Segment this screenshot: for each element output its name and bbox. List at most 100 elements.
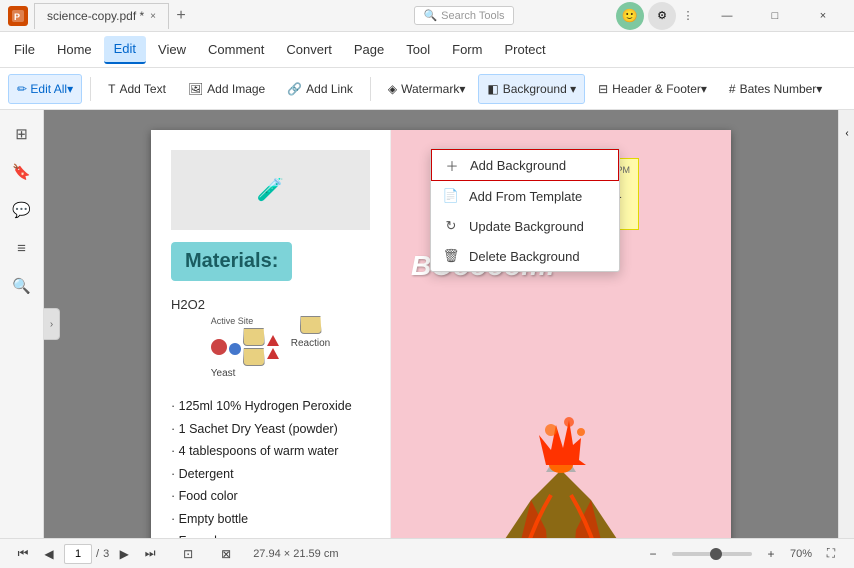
lava-blob-2 (564, 417, 574, 427)
bates-number-label: Bates Number▾ (740, 82, 823, 96)
search-tools-input[interactable]: 🔍 Search Tools (414, 6, 513, 25)
menu-view[interactable]: View (148, 36, 196, 64)
minimize-btn[interactable]: — (704, 0, 750, 32)
menu-convert[interactable]: Convert (276, 36, 342, 64)
sidebar-toggle-btn[interactable]: › (44, 308, 60, 340)
blue-bubble-1 (229, 343, 241, 355)
diagram-content: Active Site (211, 316, 330, 379)
title-bar: P science-copy.pdf * × + 🔍 Search Tools … (0, 0, 854, 32)
page-separator: / (96, 548, 99, 560)
menu-home[interactable]: Home (47, 36, 102, 64)
main-area: ⊞ 🔖 💬 ≡ 🔍 › 🧪 Materials: (0, 110, 854, 538)
top-image: 🧪 (171, 150, 370, 230)
pdf-materials-section: 🧪 Materials: H2O2 Active Site (151, 130, 391, 538)
background-btn[interactable]: ◧ Background ▾ (478, 74, 585, 104)
reaction-label: Reaction (291, 338, 330, 349)
new-tab-btn[interactable]: + (169, 4, 193, 28)
menu-tool[interactable]: Tool (396, 36, 440, 64)
tab-bar: science-copy.pdf * × + (34, 3, 193, 29)
add-text-btn[interactable]: T Add Text (99, 74, 175, 104)
menu-protect[interactable]: Protect (494, 36, 555, 64)
delete-background-label: Delete Background (469, 249, 580, 264)
nav-controls: ⏮ ◀ / 3 ▶ ⏭ (12, 543, 161, 565)
reaction-side: Reaction (291, 316, 330, 349)
tab-close-btn[interactable]: × (150, 11, 156, 22)
next-page-btn[interactable]: ▶ (113, 543, 135, 565)
bates-number-icon: # (729, 82, 736, 96)
menu-edit[interactable]: Edit (104, 36, 146, 64)
maximize-btn[interactable]: □ (752, 0, 798, 32)
add-image-label: Add Image (207, 82, 265, 96)
bucket-2 (243, 348, 265, 366)
account-icon[interactable]: ⚙ (648, 2, 676, 30)
fullscreen-btn[interactable]: ⛶ (820, 543, 842, 565)
prev-page-btn[interactable]: ◀ (38, 543, 60, 565)
add-background-label: Add Background (470, 158, 566, 173)
background-label: Background ▾ (503, 82, 576, 96)
menu-bar: File Home Edit View Comment Convert Page… (0, 32, 854, 68)
sidebar-layers-icon[interactable]: ≡ (6, 232, 38, 264)
add-link-btn[interactable]: 🔗 Add Link (278, 74, 362, 104)
sidebar-bookmark-icon[interactable]: 🔖 (6, 156, 38, 188)
bucket-molecules (243, 328, 265, 366)
bates-number-btn[interactable]: # Bates Number▾ (720, 74, 831, 104)
add-image-btn[interactable]: 🖼 Add Image (179, 74, 274, 104)
fit-width-btn[interactable]: ⊠ (215, 543, 237, 565)
zoom-in-btn[interactable]: + (760, 543, 782, 565)
sidebar-pages-icon[interactable]: ⊞ (6, 118, 38, 150)
red-bubble-1 (211, 339, 227, 355)
dropdown-delete-background[interactable]: 🗑 Delete Background (431, 241, 619, 271)
toolbar: ✏ Edit All▾ T Add Text 🖼 Add Image 🔗 Add… (0, 68, 854, 110)
window-controls: — □ × (704, 0, 846, 32)
user-avatar[interactable]: 🙂 (616, 2, 644, 30)
active-site-label: Active Site (211, 316, 254, 326)
watermark-icon: ◈ (388, 82, 397, 96)
menu-form[interactable]: Form (442, 36, 492, 64)
right-sidebar-toggle[interactable]: ‹ (839, 118, 854, 150)
zoom-level: 70% (790, 548, 812, 560)
right-sidebar: ‹ (838, 110, 854, 538)
dropdown-add-from-template[interactable]: 📄 Add From Template (431, 181, 619, 211)
status-bar: ⏮ ◀ / 3 ▶ ⏭ ⊡ ⊠ 27.94 × 21.59 cm − + 70%… (0, 538, 854, 568)
yeast-label: Yeast (211, 368, 236, 379)
material-item-6: Empty bottle (171, 508, 370, 531)
template-icon: 📄 (443, 188, 459, 204)
menu-file[interactable]: File (4, 36, 45, 64)
dropdown-add-background[interactable]: ＋ Add Background (431, 149, 619, 181)
zoom-thumb (710, 548, 722, 560)
app-icon: P (8, 6, 28, 26)
zoom-slider[interactable] (672, 552, 752, 556)
search-icon: 🔍 (423, 9, 437, 22)
page-number-input[interactable] (64, 544, 92, 564)
page-dimensions: 27.94 × 21.59 cm (253, 548, 338, 560)
reaction-diagram: H2O2 Active Site (171, 297, 370, 379)
material-item-3: 4 tablespoons of warm water (171, 440, 370, 463)
menu-comment[interactable]: Comment (198, 36, 274, 64)
more-options-icon[interactable]: ⋮ (680, 8, 696, 24)
title-bar-left: P science-copy.pdf * × + (8, 3, 312, 29)
add-image-icon: 🖼 (188, 82, 203, 96)
sidebar-comment-icon[interactable]: 💬 (6, 194, 38, 226)
materials-header: Materials: (171, 242, 292, 281)
status-right: − + 70% ⛶ (642, 543, 842, 565)
header-footer-btn[interactable]: ⊟ Header & Footer▾ (589, 74, 716, 104)
bucket-1 (243, 328, 265, 346)
last-page-btn[interactable]: ⏭ (139, 543, 161, 565)
triangle-1 (267, 335, 279, 346)
fit-page-btn[interactable]: ⊡ (177, 543, 199, 565)
add-link-label: Add Link (306, 82, 353, 96)
watermark-btn[interactable]: ◈ Watermark▾ (379, 74, 474, 104)
dropdown-update-background[interactable]: ↻ Update Background (431, 211, 619, 241)
close-btn[interactable]: × (800, 0, 846, 32)
add-from-template-label: Add From Template (469, 189, 582, 204)
material-item-1: 125ml 10% Hydrogen Peroxide (171, 395, 370, 418)
menu-page[interactable]: Page (344, 36, 394, 64)
zoom-out-btn[interactable]: − (642, 543, 664, 565)
add-text-icon: T (108, 82, 115, 96)
sidebar-search-icon[interactable]: 🔍 (6, 270, 38, 302)
update-icon: ↻ (443, 218, 459, 234)
first-page-btn[interactable]: ⏮ (12, 543, 34, 565)
active-tab[interactable]: science-copy.pdf * × (34, 3, 169, 29)
triangle-molecules (267, 335, 279, 359)
edit-all-btn[interactable]: ✏ Edit All▾ (8, 74, 82, 104)
